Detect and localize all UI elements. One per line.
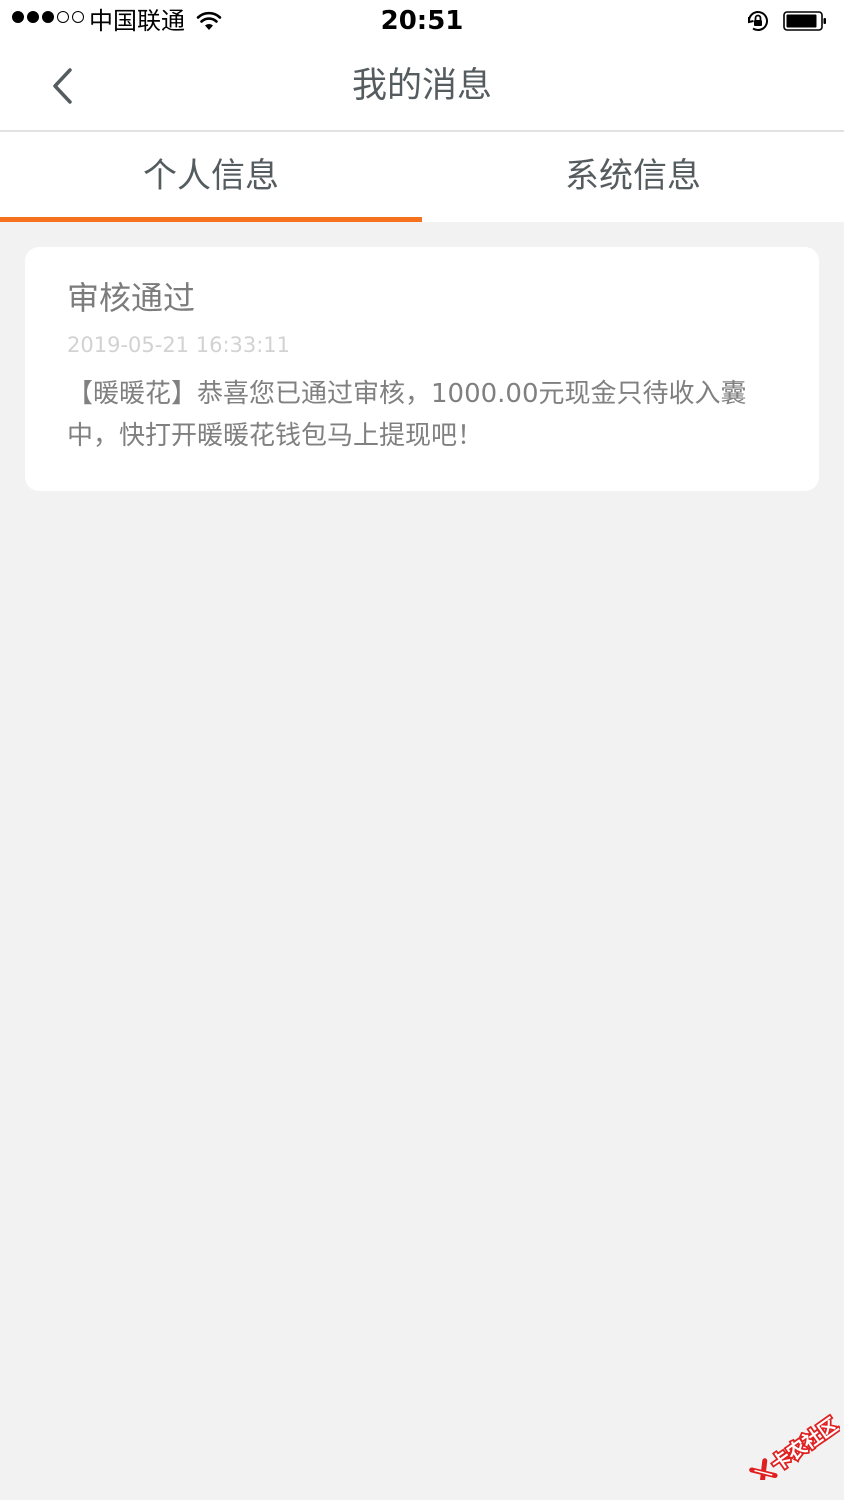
tab-system-messages[interactable]: 系统信息 — [422, 132, 844, 222]
watermark-logo: 卡农社区 — [749, 1412, 840, 1480]
tab-label: 系统信息 — [565, 156, 701, 196]
message-card[interactable]: 审核通过 2019-05-21 16:33:11 【暖暖花】恭喜您已通过审核，1… — [25, 247, 819, 491]
navigation-bar: 我的消息 — [0, 44, 844, 132]
message-tabs: 个人信息 系统信息 — [0, 132, 844, 222]
chevron-left-icon — [53, 68, 72, 104]
message-title: 审核通过 — [67, 279, 196, 317]
message-body: 【暖暖花】恭喜您已通过审核，1000.00元现金只待收入囊中，快打开暖暖花钱包马… — [67, 379, 747, 451]
active-tab-indicator — [0, 217, 422, 222]
battery-icon — [783, 11, 826, 31]
back-button[interactable] — [40, 62, 88, 110]
watermark-text: 卡农社区 — [767, 1413, 840, 1475]
tab-label: 个人信息 — [143, 156, 279, 196]
tab-personal-messages[interactable]: 个人信息 — [0, 132, 422, 222]
status-bar: 中国联通 20:51 — [0, 0, 844, 44]
status-time: 20:51 — [380, 6, 464, 36]
rotation-lock-icon — [748, 11, 768, 31]
message-timestamp: 2019-05-21 16:33:11 — [67, 333, 291, 357]
page-title: 我的消息 — [351, 66, 492, 106]
